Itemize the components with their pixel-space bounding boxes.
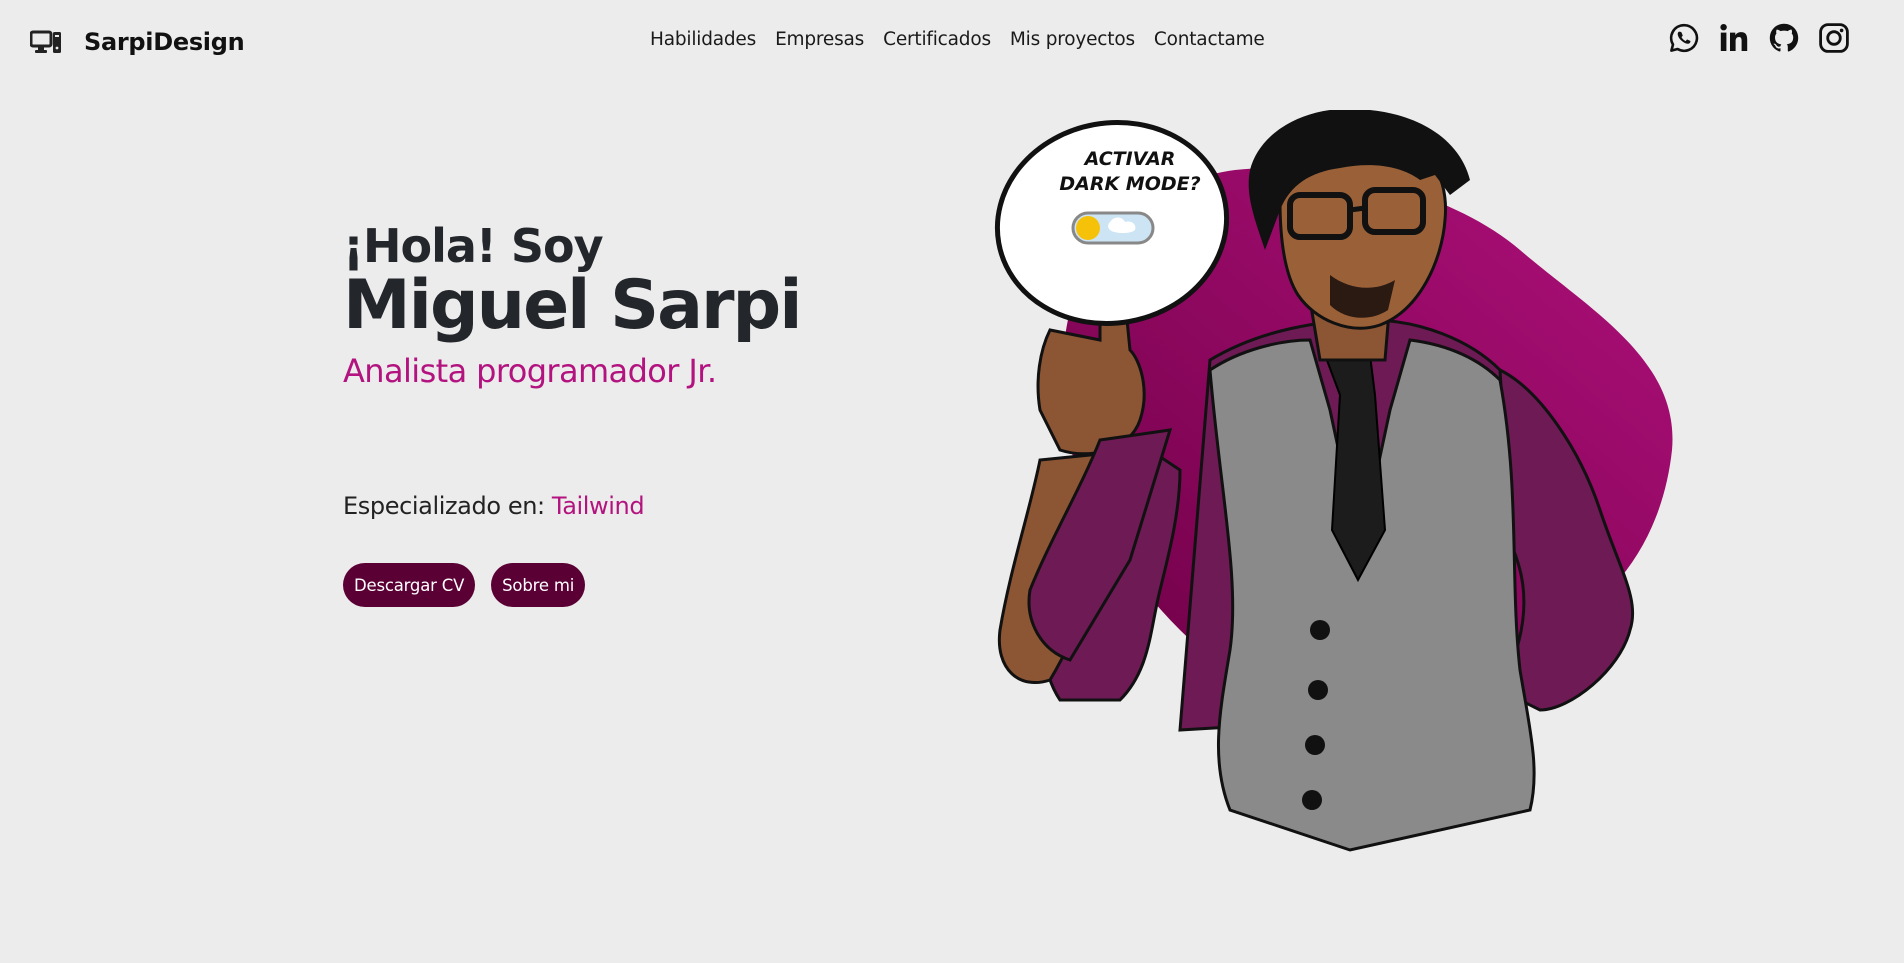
whatsapp-icon [1669,23,1699,53]
hero-buttons: Descargar CV Sobre mi [343,563,586,607]
nav-link-habilidades[interactable]: Habilidades [650,29,756,50]
social-links [1668,20,1850,56]
hero-role: Analista programador Jr. [343,352,717,390]
main-nav: Habilidades Empresas Certificados Mis pr… [650,24,1265,54]
nav-link-empresas[interactable]: Empresas [775,29,864,50]
specialized-line: Especializado en: Tailwind [343,492,645,520]
specialized-tech: Tailwind [551,492,645,520]
bubble-line-2: DARK MODE? [1059,173,1200,195]
brand-name: SarpiDesign [84,28,245,56]
hero-greeting: ¡Hola! Soy [343,219,604,273]
avatar-illustration: ACTIVAR DARK MODE? [980,110,1680,870]
linkedin-link[interactable] [1718,22,1750,54]
github-link[interactable] [1768,22,1800,54]
hero-intro: ¡Hola! Soy Miguel Sarpi Analista program… [343,220,903,390]
dark-mode-toggle[interactable] [1071,211,1155,245]
bubble-line-1: ACTIVAR [1083,148,1176,170]
nav-link-proyectos[interactable]: Mis proyectos [1010,29,1135,50]
instagram-icon [1819,23,1849,53]
hero-name: Miguel Sarpi [343,266,803,345]
specialized-label: Especializado en: [343,492,552,520]
nav-link-certificados[interactable]: Certificados [883,29,991,50]
download-cv-button[interactable]: Descargar CV [343,563,476,607]
sun-icon [1076,216,1100,240]
whatsapp-link[interactable] [1668,22,1700,54]
about-me-button[interactable]: Sobre mi [491,563,586,607]
desktop-computer-icon [30,30,61,53]
nav-link-contactame[interactable]: Contactame [1154,29,1265,50]
brand-link[interactable]: SarpiDesign [30,22,245,62]
site-header: SarpiDesign Habilidades Empresas Certifi… [0,0,1904,84]
linkedin-icon [1720,24,1748,51]
instagram-link[interactable] [1818,22,1850,54]
github-icon [1769,23,1799,52]
